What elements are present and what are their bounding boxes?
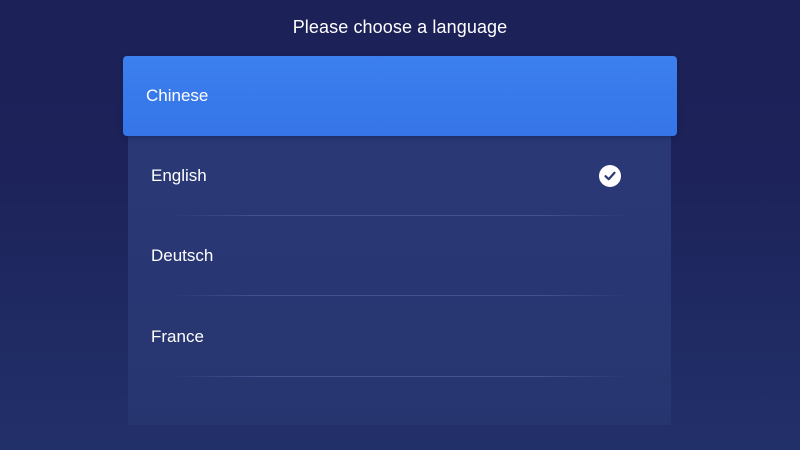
language-option-label: France [151, 327, 204, 346]
language-option-france[interactable]: France [128, 297, 671, 377]
list-divider [168, 295, 631, 296]
language-option-chinese[interactable]: Chinese [123, 56, 677, 136]
language-option-label: English [151, 166, 207, 185]
language-option-english[interactable]: English [128, 136, 671, 216]
page-title: Please choose a language [292, 17, 508, 37]
language-option-deutsch[interactable]: Deutsch [128, 216, 671, 296]
language-option-label: Deutsch [151, 246, 214, 265]
check-circle-icon [599, 165, 621, 187]
list-divider [168, 376, 631, 377]
language-option-label: Chinese [146, 86, 209, 105]
